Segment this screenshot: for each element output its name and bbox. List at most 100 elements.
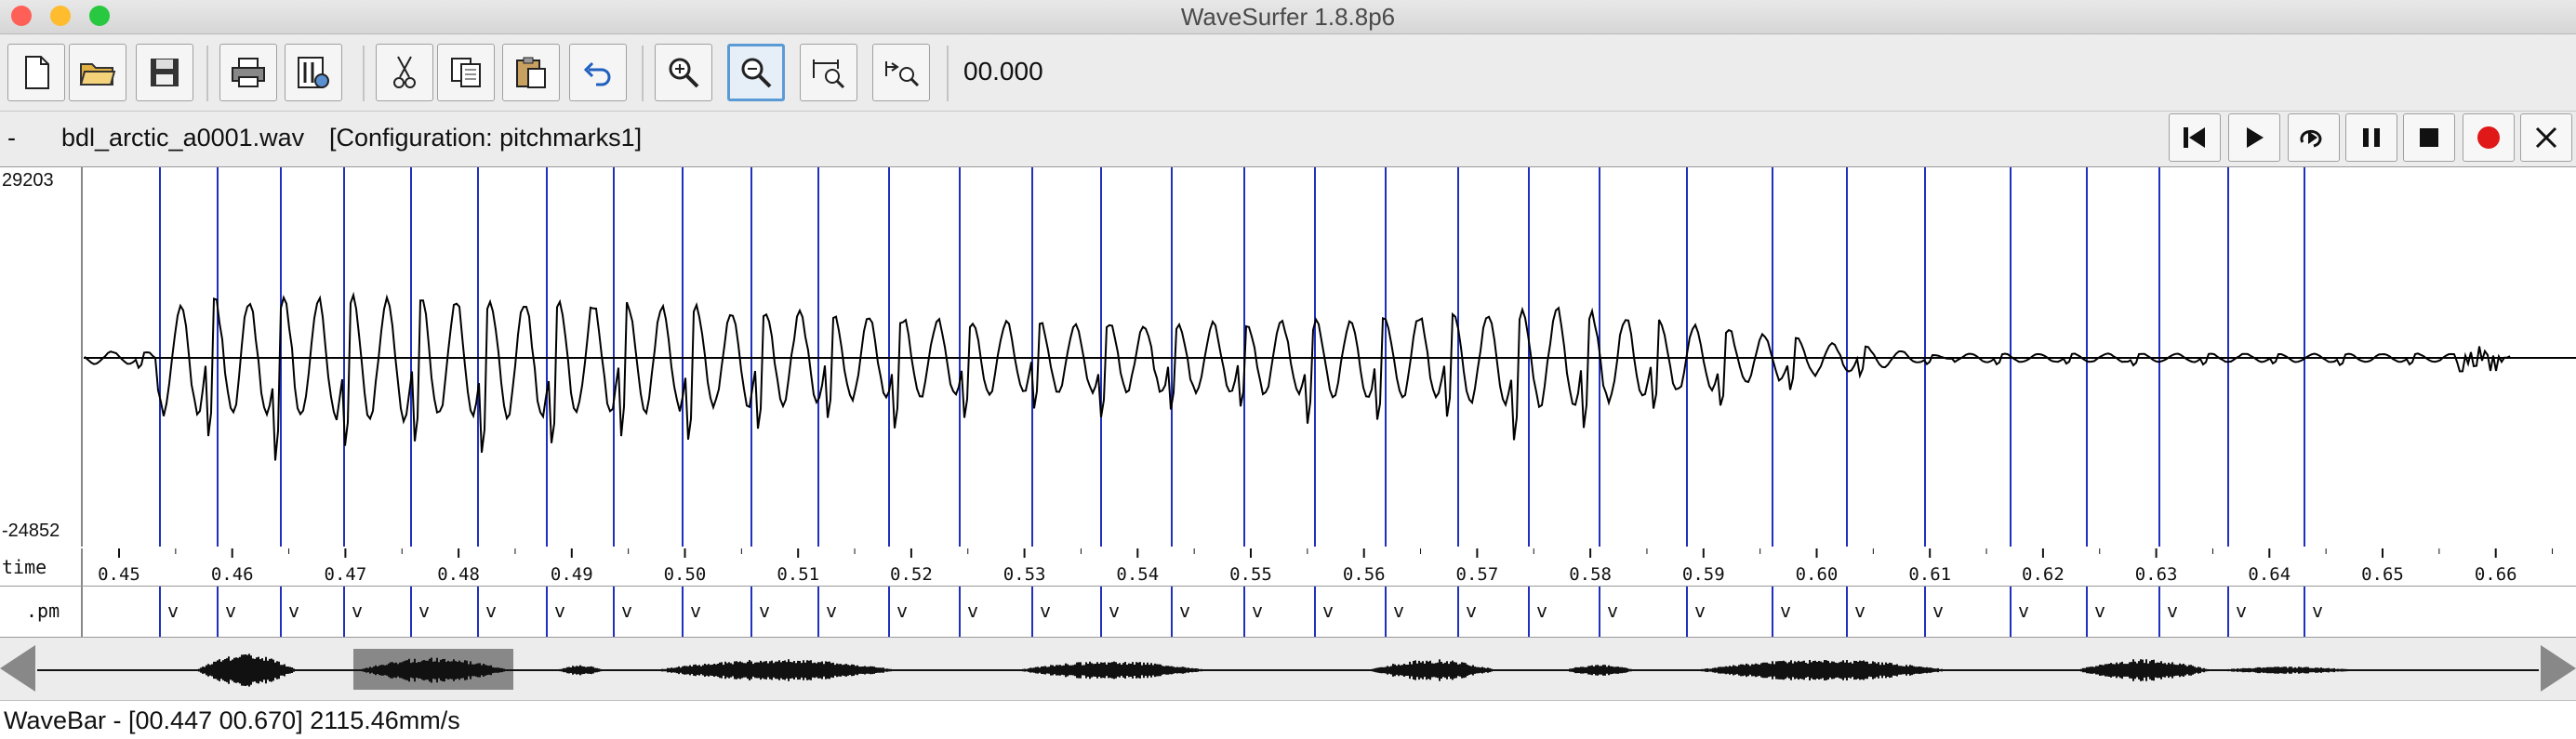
record-icon	[2476, 125, 2502, 151]
stop-button[interactable]	[2403, 113, 2455, 162]
pitchmark-label: v	[967, 600, 978, 622]
pitchmark-label: v	[1252, 600, 1263, 622]
pitchmark-label: v	[1932, 600, 1944, 622]
pitchmark-label: v	[1393, 600, 1404, 622]
pitchmark-label: v	[2236, 600, 2247, 622]
time-tick-label: 0.62	[2022, 564, 2065, 585]
pitchmark-marks: vvvvvvvvvvvvvvvvvvvvvvvvvvvvvvv	[0, 587, 2576, 637]
open-folder-icon	[79, 57, 116, 88]
paste-button[interactable]	[502, 44, 560, 101]
status-text: WaveBar - [00.447 00.670] 2115.46mm/s	[4, 706, 460, 735]
toolbar: 00.000	[0, 34, 2576, 112]
pitchmark-tier[interactable]: .pm vvvvvvvvvvvvvvvvvvvvvvvvvvvvvvv	[0, 587, 2576, 638]
zoom-out-button[interactable]	[727, 44, 785, 101]
pitchmark-label: v	[2094, 600, 2105, 622]
time-tick-label: 0.56	[1343, 564, 1386, 585]
waveform-plot	[0, 167, 2576, 547]
zoom-selection-button[interactable]	[800, 44, 857, 101]
pitchmark-label: v	[2312, 600, 2323, 622]
overview-segment	[556, 666, 603, 676]
wavebar-overview[interactable]	[0, 638, 2576, 699]
zoom-full-button[interactable]	[872, 44, 930, 101]
cut-button[interactable]	[376, 44, 433, 101]
pitchmark-label: v	[1179, 600, 1190, 622]
overview-segment	[1562, 665, 1635, 676]
pitchmark-label: v	[1607, 600, 1618, 622]
pitchmark-label: v	[1322, 600, 1334, 622]
time-tick-label: 0.61	[1908, 564, 1951, 585]
time-tick-label: 0.46	[211, 564, 254, 585]
time-tick-label: 0.55	[1229, 564, 1272, 585]
pitchmark-label: v	[352, 600, 363, 622]
pitchmark-label: v	[225, 600, 236, 622]
toolbar-separator	[206, 46, 208, 101]
play-button[interactable]	[2228, 113, 2280, 162]
pitchmark-label: v	[621, 600, 632, 622]
pitchmark-label: v	[2167, 600, 2178, 622]
time-tick-label: 0.58	[1569, 564, 1612, 585]
loop-play-button[interactable]	[2288, 113, 2340, 162]
pitchmark-label: v	[690, 600, 701, 622]
open-button[interactable]	[69, 44, 126, 101]
overview-segment	[1367, 659, 1495, 680]
pitchmark-label: v	[1466, 600, 1477, 622]
copy-button[interactable]	[437, 44, 495, 101]
time-tick-label: 0.65	[2361, 564, 2404, 585]
overview-segment	[2213, 666, 2360, 674]
time-tick-label: 0.52	[890, 564, 933, 585]
pitchmark-label: v	[288, 600, 299, 622]
status-bar: WaveBar - [00.447 00.670] 2115.46mm/s	[0, 700, 2576, 739]
undo-button[interactable]	[569, 44, 627, 101]
pitchmark-label: v	[1536, 600, 1547, 622]
close-icon	[2534, 125, 2558, 150]
properties-button[interactable]	[285, 44, 342, 101]
skip-to-start-button[interactable]	[2169, 113, 2221, 162]
save-button[interactable]	[136, 44, 193, 101]
time-tick-label: 0.59	[1682, 564, 1725, 585]
overview-segment	[651, 659, 900, 680]
print-button[interactable]	[219, 44, 277, 101]
time-tick-label: 0.64	[2248, 564, 2291, 585]
waveform-pane[interactable]: 29203 -24852	[0, 166, 2576, 549]
undo-icon	[583, 59, 613, 86]
pitchmark-label: v	[1109, 600, 1120, 622]
new-button[interactable]	[7, 44, 65, 101]
floppy-disk-icon	[149, 57, 180, 88]
pitchmark-label: v	[485, 600, 497, 622]
record-button[interactable]	[2463, 113, 2515, 162]
time-tick-label: 0.45	[98, 564, 140, 585]
pause-icon	[2359, 125, 2383, 150]
time-tick-label: 0.57	[1456, 564, 1499, 585]
close-pane-button[interactable]	[2520, 113, 2572, 162]
scroll-left-arrow-icon[interactable]	[0, 645, 35, 692]
overview-waveform	[0, 638, 2576, 699]
properties-icon	[296, 55, 331, 90]
title-bar: WaveSurfer 1.8.8p6	[0, 0, 2576, 34]
file-name: bdl_arctic_a0001.wav	[61, 124, 304, 152]
window-title: WaveSurfer 1.8.8p6	[0, 0, 2576, 33]
copy-icon	[450, 57, 482, 88]
toolbar-separator	[642, 46, 644, 101]
pitchmark-label: v	[759, 600, 770, 622]
new-document-icon	[20, 55, 52, 90]
waveform-trace	[86, 296, 2510, 461]
toolbar-separator	[363, 46, 365, 101]
stop-icon	[2417, 125, 2441, 150]
time-tick-label: 0.53	[1003, 564, 1046, 585]
overview-segment	[1693, 660, 1951, 680]
overview-segment	[2074, 659, 2211, 681]
zoom-in-button[interactable]	[655, 44, 712, 101]
zoom-selection-icon	[810, 56, 847, 89]
pane-menu-dash[interactable]: -	[7, 124, 16, 152]
time-tick-label: 0.51	[777, 564, 819, 585]
toolbar-separator	[947, 46, 949, 101]
pitchmark-label: v	[554, 600, 565, 622]
pitchmark-label: v	[2018, 600, 2029, 622]
time-display: 00.000	[963, 57, 1043, 86]
time-tick-label: 0.66	[2475, 564, 2517, 585]
scroll-right-arrow-icon[interactable]	[2541, 645, 2576, 692]
time-tick-label: 0.60	[1796, 564, 1839, 585]
skip-back-icon	[2181, 125, 2209, 151]
time-tick-label: 0.47	[325, 564, 367, 585]
pause-button[interactable]	[2345, 113, 2397, 162]
